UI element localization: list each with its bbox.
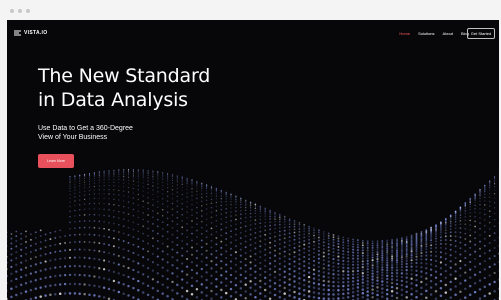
window-dot-icon[interactable] <box>10 9 14 13</box>
hero-subtitle-line: View of Your Business <box>38 134 108 141</box>
nav-links: Home Solutions About Blog <box>399 31 469 36</box>
window-dot-icon[interactable] <box>18 9 22 13</box>
browser-window-bar <box>0 0 501 20</box>
particle-wave-background <box>7 168 499 300</box>
layers-logo-icon <box>14 30 21 36</box>
nav-link-about[interactable]: About <box>443 31 453 36</box>
top-navigation: VISTA.IO Home Solutions About Blog Get S… <box>7 20 499 48</box>
hero-subtitle: Use Data to Get a 360-Degree View of You… <box>38 124 148 142</box>
learn-more-button[interactable]: Learn More <box>38 154 74 168</box>
hero-title-line: in Data Analysis <box>38 89 188 111</box>
hero-title: The New Standard in Data Analysis <box>38 64 210 112</box>
window-dot-icon[interactable] <box>26 9 30 13</box>
logo-text: VISTA.IO <box>24 30 48 36</box>
nav-link-home[interactable]: Home <box>399 31 410 36</box>
hero-subtitle-line: Use Data to Get a 360-Degree <box>38 125 133 132</box>
website-viewport: VISTA.IO Home Solutions About Blog Get S… <box>7 20 499 300</box>
get-started-button[interactable]: Get Started <box>467 28 495 39</box>
hero-title-line: The New Standard <box>38 65 211 87</box>
nav-link-solutions[interactable]: Solutions <box>418 31 434 36</box>
logo[interactable]: VISTA.IO <box>14 30 47 36</box>
